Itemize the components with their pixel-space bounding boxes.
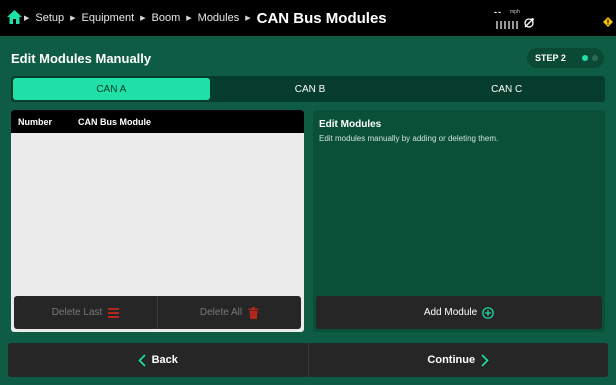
step-dot-current: [582, 55, 588, 61]
chevron-right-icon: ▶: [24, 15, 30, 22]
column-header-number: Number: [18, 116, 53, 127]
step-dot-next: [592, 55, 598, 61]
breadcrumb-equipment[interactable]: Equipment: [82, 12, 135, 24]
page-title: Edit Modules Manually: [11, 51, 152, 66]
delete-last-icon: [108, 307, 120, 318]
warning-icon[interactable]: [603, 17, 613, 27]
breadcrumb: ▶ Setup ▶ Equipment ▶ Boom ▶ Modules ▶ C…: [22, 0, 387, 36]
speed-unit: mph: [510, 9, 520, 15]
delete-last-label: Delete Last: [51, 307, 103, 318]
delete-all-label: Delete All: [199, 307, 243, 318]
gps-satellite-icon: [524, 18, 534, 28]
delete-last-button[interactable]: Delete Last: [14, 296, 157, 329]
column-header-module: CAN Bus Module: [78, 116, 151, 127]
chevron-left-icon: [137, 353, 146, 367]
delete-all-button[interactable]: Delete All: [157, 296, 301, 329]
speed-value: --: [494, 7, 502, 17]
bottom-navigation: Back Continue: [8, 343, 608, 377]
back-button[interactable]: Back: [8, 343, 308, 377]
add-module-button[interactable]: Add Module: [316, 296, 602, 329]
breadcrumb-setup[interactable]: Setup: [35, 12, 64, 24]
plus-circle-icon: [482, 306, 494, 319]
continue-label: Continue: [427, 354, 476, 366]
chevron-right-icon: ▶: [186, 15, 192, 22]
top-bar: ▶ Setup ▶ Equipment ▶ Boom ▶ Modules ▶ C…: [0, 0, 616, 36]
chevron-right-icon: ▶: [140, 15, 146, 22]
home-icon[interactable]: [6, 9, 23, 25]
add-module-label: Add Module: [423, 307, 478, 318]
can-tabs: CAN A CAN B CAN C: [11, 76, 605, 102]
tab-can-c[interactable]: CAN C: [408, 76, 605, 102]
signal-bars-icon: [496, 21, 518, 29]
step-indicator: STEP 2: [527, 48, 604, 68]
breadcrumb-current: CAN Bus Modules: [256, 9, 387, 27]
chevron-right-icon: [481, 353, 489, 367]
modules-table: Number CAN Bus Module Delete Last Delete…: [11, 110, 304, 332]
edit-modules-description: Edit modules manually by adding or delet…: [319, 134, 499, 143]
continue-button[interactable]: Continue: [307, 343, 609, 377]
edit-modules-panel: Edit Modules Edit modules manually by ad…: [313, 110, 605, 332]
edit-modules-title: Edit Modules: [319, 119, 382, 130]
back-label: Back: [151, 354, 178, 366]
table-header: Number CAN Bus Module: [11, 110, 304, 133]
breadcrumb-boom[interactable]: Boom: [152, 12, 181, 24]
breadcrumb-modules[interactable]: Modules: [198, 12, 240, 24]
table-actions: Delete Last Delete All: [14, 296, 301, 329]
chevron-right-icon: ▶: [245, 15, 251, 22]
trash-icon: [248, 306, 259, 319]
step-dots: [582, 55, 598, 61]
status-area: -- mph: [494, 5, 554, 33]
step-label: STEP 2: [535, 53, 566, 63]
tab-can-b[interactable]: CAN B: [212, 76, 409, 102]
tab-can-a[interactable]: CAN A: [13, 78, 210, 100]
chevron-right-icon: ▶: [70, 15, 76, 22]
